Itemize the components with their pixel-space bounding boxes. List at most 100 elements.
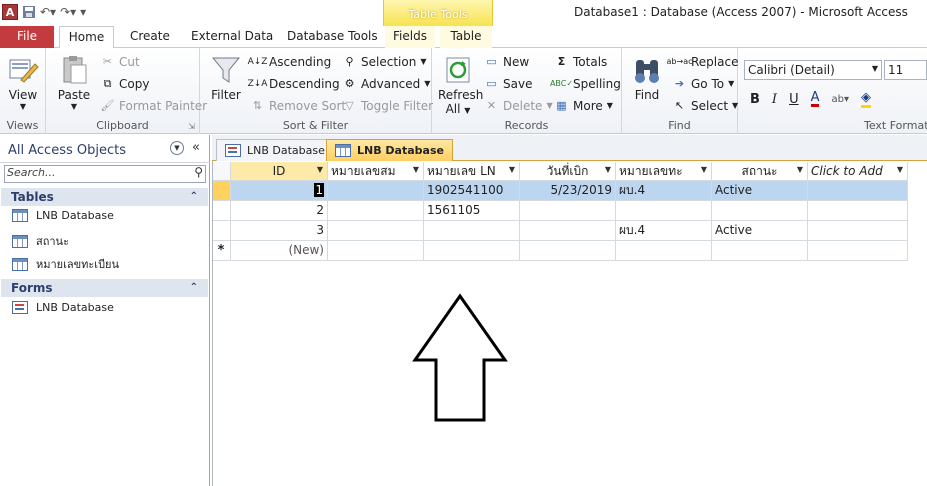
- descending-button[interactable]: Z↓A Descending: [248, 76, 340, 91]
- chevron-down-icon[interactable]: ▼: [797, 165, 803, 174]
- table-cell[interactable]: [712, 201, 808, 221]
- find-button[interactable]: Find: [628, 54, 666, 102]
- table-cell[interactable]: 5/23/2019: [520, 181, 616, 201]
- table-cell[interactable]: 2: [231, 201, 328, 221]
- record-selector[interactable]: [212, 181, 231, 201]
- tab-home[interactable]: Home: [59, 26, 114, 49]
- new-record-button[interactable]: ▭ New: [484, 54, 529, 69]
- goto-button[interactable]: ➔ Go To ▼: [672, 76, 734, 91]
- format-painter-button[interactable]: 🖌 Format Painter: [100, 98, 208, 113]
- chevron-up-icon[interactable]: ⌃: [190, 188, 198, 206]
- chevron-down-icon[interactable]: ▼: [170, 141, 184, 155]
- remove-sort-button[interactable]: ⇅ Remove Sort: [250, 98, 346, 113]
- spelling-button[interactable]: ABC✓ Spelling: [550, 76, 621, 91]
- select-button[interactable]: ↖ Select ▼: [672, 98, 738, 113]
- selection-button[interactable]: ⚲ Selection ▼: [342, 54, 426, 69]
- record-selector[interactable]: [212, 201, 231, 221]
- copy-button[interactable]: ⧉ Copy: [100, 76, 150, 91]
- table-cell[interactable]: Active: [712, 221, 808, 241]
- table-cell[interactable]: [808, 241, 908, 261]
- access-app-icon[interactable]: A: [2, 4, 18, 20]
- nav-item-lnb-database-form[interactable]: LNB Database: [12, 301, 114, 314]
- tab-database-tools[interactable]: Database Tools: [277, 26, 388, 48]
- nav-item-status-table[interactable]: สถานะ: [12, 232, 69, 250]
- table-cell[interactable]: 1902541100: [424, 181, 520, 201]
- table-cell[interactable]: [808, 181, 908, 201]
- view-button[interactable]: View ▼: [6, 54, 40, 111]
- column-header-member-no[interactable]: หมายเลขสม ▼: [328, 162, 424, 181]
- table-cell[interactable]: [520, 221, 616, 241]
- new-record-marker[interactable]: *: [212, 241, 231, 261]
- replace-button[interactable]: ab→ac Replace: [667, 54, 739, 69]
- table-cell[interactable]: [328, 241, 424, 261]
- fill-color-icon[interactable]: ◈: [860, 90, 871, 108]
- more-button[interactable]: ▦ More ▼: [554, 98, 613, 113]
- font-name-select[interactable]: Calibri (Detail) ▼: [744, 60, 882, 80]
- table-cell[interactable]: [712, 241, 808, 261]
- italic-button[interactable]: I: [772, 92, 777, 107]
- undo-icon[interactable]: ↶▾: [40, 3, 56, 21]
- nav-search-input[interactable]: Search... ⚲: [4, 165, 206, 183]
- table-cell[interactable]: [424, 221, 520, 241]
- table-cell[interactable]: Active: [712, 181, 808, 201]
- chevron-down-icon[interactable]: ▼: [605, 165, 611, 174]
- font-color-button[interactable]: A: [810, 91, 820, 107]
- table-cell[interactable]: ผบ.4: [616, 181, 712, 201]
- tab-create[interactable]: Create: [120, 26, 180, 48]
- save-record-button[interactable]: ▭ Save: [484, 76, 532, 91]
- chevron-down-icon[interactable]: ▼: [509, 165, 515, 174]
- chevron-down-icon[interactable]: ▼: [897, 165, 903, 174]
- table-cell[interactable]: ผบ.4: [616, 221, 712, 241]
- column-header-registration-no[interactable]: หมายเลขทะ ▼: [616, 162, 712, 181]
- chevron-down-icon[interactable]: ▼: [413, 165, 419, 174]
- column-header-issue-date[interactable]: วันที่เบิก ▼: [520, 162, 616, 181]
- totals-button[interactable]: Σ Totals: [554, 54, 608, 69]
- bold-button[interactable]: B: [750, 92, 760, 107]
- advanced-button[interactable]: ⚙ Advanced ▼: [342, 76, 431, 91]
- tab-external-data[interactable]: External Data: [181, 26, 283, 48]
- table-cell[interactable]: 1: [231, 181, 328, 201]
- nav-pane-title[interactable]: All Access Objects: [8, 143, 126, 158]
- customize-qat-icon[interactable]: ▾: [80, 3, 86, 21]
- column-header-id[interactable]: ID ▼: [231, 162, 328, 181]
- nav-section-forms[interactable]: Forms ⌃: [1, 279, 208, 297]
- refresh-all-button[interactable]: Refresh All ▼: [438, 54, 483, 116]
- collapse-pane-icon[interactable]: «: [192, 140, 200, 155]
- underline-button[interactable]: U: [789, 92, 799, 107]
- highlight-icon[interactable]: ab▾: [831, 94, 849, 105]
- search-icon[interactable]: ⚲: [194, 165, 203, 179]
- table-cell[interactable]: [520, 201, 616, 221]
- table-cell[interactable]: [520, 241, 616, 261]
- table-cell[interactable]: [328, 181, 424, 201]
- table-cell[interactable]: [616, 201, 712, 221]
- table-cell[interactable]: [328, 201, 424, 221]
- tab-fields[interactable]: Fields: [385, 26, 435, 48]
- paste-button[interactable]: Paste ▼: [54, 54, 94, 111]
- table-cell[interactable]: [328, 221, 424, 241]
- tab-file[interactable]: File: [0, 26, 54, 48]
- table-cell[interactable]: [616, 241, 712, 261]
- delete-record-button[interactable]: ✕ Delete ▼: [484, 98, 553, 113]
- chevron-down-icon[interactable]: ▼: [701, 165, 707, 174]
- redo-icon[interactable]: ↷▾: [60, 3, 76, 21]
- cut-button[interactable]: ✂ Cut: [100, 54, 140, 69]
- table-cell[interactable]: [424, 241, 520, 261]
- nav-section-tables[interactable]: Tables ⌃: [1, 188, 208, 206]
- doc-tab-lnb-database-form[interactable]: LNB Database: [216, 139, 334, 161]
- nav-pane-header[interactable]: All Access Objects ▼ «: [0, 135, 210, 163]
- font-size-select[interactable]: 11: [884, 60, 927, 80]
- ascending-button[interactable]: A↓Z Ascending: [248, 54, 332, 69]
- tab-table[interactable]: Table: [440, 26, 492, 48]
- table-cell[interactable]: 3: [231, 221, 328, 241]
- column-header-click-to-add[interactable]: Click to Add ▼: [808, 162, 908, 181]
- toggle-filter-button[interactable]: ▽ Toggle Filter: [342, 98, 433, 113]
- dialog-launcher-icon[interactable]: ⇲: [188, 122, 195, 131]
- record-selector[interactable]: [212, 221, 231, 241]
- column-header-ln-no[interactable]: หมายเลข LN ▼: [424, 162, 520, 181]
- select-all-corner[interactable]: [212, 162, 231, 181]
- doc-tab-lnb-database-table[interactable]: LNB Database: [326, 139, 453, 161]
- chevron-up-icon[interactable]: ⌃: [190, 279, 198, 297]
- new-record-cell[interactable]: (New): [231, 241, 328, 261]
- nav-item-lnb-database-table[interactable]: LNB Database: [12, 209, 114, 222]
- table-cell[interactable]: 1561105: [424, 201, 520, 221]
